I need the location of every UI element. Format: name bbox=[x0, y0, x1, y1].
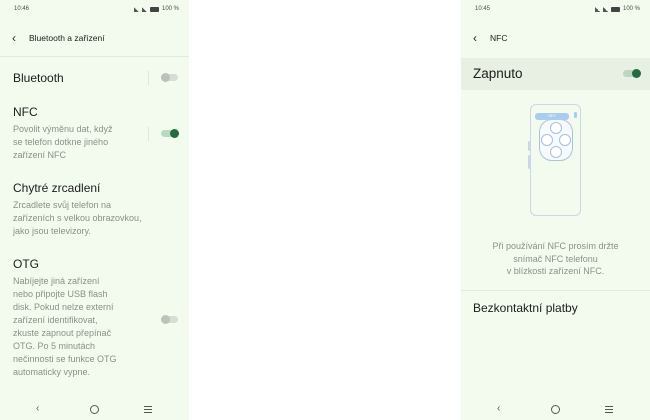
smart-mirroring-description-line: Zrcadlete svůj telefon na bbox=[13, 200, 112, 210]
signal-icon bbox=[133, 6, 139, 12]
otg-description-line: OTG. Po 5 minutách bbox=[13, 341, 96, 351]
nav-back-icon[interactable]: ‹ bbox=[497, 403, 500, 415]
section-divider bbox=[461, 290, 650, 291]
otg-description-line: disk. Pokud nelze externí bbox=[13, 302, 114, 312]
nfc-description-line: Povolit výměnu dat, když bbox=[13, 124, 113, 134]
toggle-knob bbox=[161, 73, 170, 82]
otg-description-line: nečinnosti se funkce OTG bbox=[13, 354, 117, 364]
nfc-master-switch-row[interactable]: Zapnuto bbox=[461, 58, 650, 90]
nfc-enabled-label: Zapnuto bbox=[473, 66, 523, 81]
nav-menu-icon[interactable] bbox=[144, 406, 152, 414]
phone-side-button bbox=[528, 155, 530, 169]
signal-icon bbox=[602, 6, 608, 12]
nfc-instructions: Při používání NFC prosím držte snímač NF… bbox=[467, 240, 644, 278]
smart-mirroring-description-line: zařízeních s velkou obrazovkou, bbox=[13, 213, 142, 223]
otg-description-line: automaticky vypne. bbox=[13, 367, 91, 377]
nav-home-icon[interactable] bbox=[551, 405, 560, 414]
battery-icon bbox=[610, 6, 620, 12]
phone-side-button bbox=[528, 141, 530, 151]
toggle-knob bbox=[632, 69, 641, 78]
otg-description-line: zkuste zapnout přepínač bbox=[13, 328, 112, 338]
bluetooth-toggle[interactable] bbox=[161, 73, 178, 82]
status-bar: 10:45 100 % bbox=[475, 6, 640, 16]
back-arrow-icon[interactable]: ‹ bbox=[12, 31, 22, 45]
bluetooth-title[interactable]: Bluetooth bbox=[13, 71, 64, 85]
status-icons: 100 % bbox=[133, 6, 179, 12]
nfc-description: Povolit výměnu dat, když se telefon dotk… bbox=[13, 123, 113, 162]
camera-lens-icon bbox=[541, 134, 553, 146]
otg-toggle[interactable] bbox=[161, 315, 178, 324]
nfc-area-label: NFC bbox=[535, 113, 569, 120]
bluetooth-devices-screen: 10:46 100 % ‹ Bluetooth a zařízení Bluet… bbox=[0, 0, 189, 420]
navigation-bar: ‹ bbox=[0, 403, 189, 415]
status-time: 10:46 bbox=[14, 6, 30, 12]
toggle-knob bbox=[161, 315, 170, 324]
row-separator bbox=[148, 71, 149, 85]
status-icons: 100 % bbox=[594, 6, 640, 12]
back-arrow-icon[interactable]: ‹ bbox=[473, 31, 483, 45]
nfc-description-line: zařízení NFC bbox=[13, 150, 67, 160]
page-header: ‹ NFC bbox=[473, 30, 640, 46]
page-title: NFC bbox=[490, 33, 508, 43]
page-header: ‹ Bluetooth a zařízení bbox=[12, 30, 179, 46]
camera-lens-icon bbox=[550, 146, 562, 158]
nfc-screen: 10:45 100 % ‹ NFC Zapnuto NFC Při použív… bbox=[461, 0, 650, 420]
otg-description: Nabíjejte jiná zařízení nebo připojte US… bbox=[13, 275, 117, 379]
otg-description-line: zařízení identifikovat, bbox=[13, 315, 98, 325]
nfc-toggle[interactable] bbox=[161, 129, 179, 138]
otg-description-line: Nabíjejte jiná zařízení bbox=[13, 276, 100, 286]
status-bar: 10:46 100 % bbox=[14, 6, 179, 16]
nav-home-icon[interactable] bbox=[90, 405, 99, 414]
nfc-instructions-line: Při používání NFC prosím držte bbox=[492, 241, 619, 251]
row-separator bbox=[148, 127, 149, 141]
smart-mirroring-description: Zrcadlete svůj telefon na zařízeních s v… bbox=[13, 199, 142, 238]
camera-module bbox=[539, 119, 573, 161]
nav-back-icon[interactable]: ‹ bbox=[36, 403, 39, 415]
header-divider bbox=[0, 56, 189, 57]
status-time: 10:45 bbox=[475, 6, 491, 12]
nfc-master-toggle[interactable] bbox=[623, 69, 641, 78]
page-title: Bluetooth a zařízení bbox=[29, 33, 105, 43]
nfc-instructions-line: snímač NFC telefonu bbox=[513, 253, 598, 264]
contactless-payments-item[interactable]: Bezkontaktní platby bbox=[473, 301, 578, 315]
smart-mirroring-title[interactable]: Chytré zrcadlení bbox=[13, 181, 100, 195]
nav-menu-icon[interactable] bbox=[605, 406, 613, 414]
nfc-description-line: se telefon dotkne jiného bbox=[13, 137, 109, 147]
otg-title[interactable]: OTG bbox=[13, 257, 39, 271]
toggle-knob bbox=[170, 129, 179, 138]
battery-level: 100 % bbox=[161, 6, 179, 12]
phone-illustration: NFC bbox=[528, 104, 581, 216]
nfc-title[interactable]: NFC bbox=[13, 105, 38, 119]
nfc-sensor-icon bbox=[574, 112, 577, 118]
smart-mirroring-description-line: jako jsou televizory. bbox=[13, 226, 91, 236]
otg-description-line: nebo připojte USB flash bbox=[13, 289, 108, 299]
camera-lens-icon bbox=[559, 134, 571, 146]
navigation-bar: ‹ bbox=[461, 403, 650, 415]
battery-icon bbox=[149, 6, 159, 12]
camera-lens-icon bbox=[550, 122, 562, 134]
signal-icon bbox=[594, 6, 600, 12]
battery-level: 100 % bbox=[622, 6, 640, 12]
signal-icon bbox=[141, 6, 147, 12]
nfc-instructions-line: v blízkosti zařízení NFC. bbox=[506, 266, 605, 276]
